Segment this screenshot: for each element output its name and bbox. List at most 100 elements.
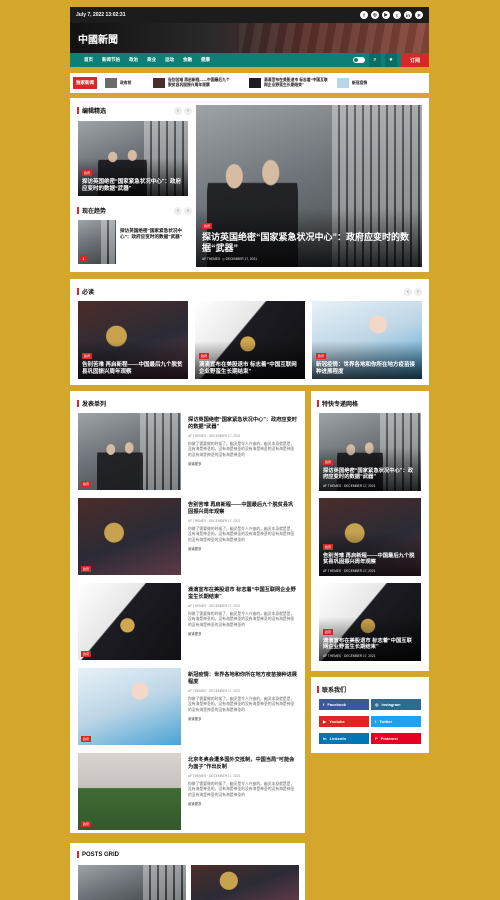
article-headline[interactable]: 探访英国绝密“国家紧急状况中心”：政府应变时的数据“武器” — [323, 468, 417, 481]
list-item-thumbnail[interactable]: 政府 — [78, 583, 181, 660]
search-icon[interactable]: ⌕ — [368, 53, 381, 67]
chevron-left-icon[interactable]: ‹ — [174, 106, 182, 115]
nav-item-politics[interactable]: 政治 — [129, 57, 138, 63]
youtube-button[interactable]: ▶ Youtube — [319, 716, 369, 727]
bell-icon[interactable]: ● — [384, 53, 397, 67]
sidebar-featured-card[interactable]: 政府 滴滴宣布在美股退市 标志着“中国互联网企业野蛮生长期结束” AF THEM… — [319, 583, 421, 661]
chevron-left-icon[interactable]: ‹ — [174, 206, 182, 215]
nav-item-sports[interactable]: 运动 — [165, 57, 174, 63]
article-headline[interactable]: 探访英国绝密“国家紧急状况中心”：政府应变时的数据“武器” — [188, 417, 298, 431]
must-read-card[interactable]: 政府 新冠疫情：世界各地和你所在地方疫苗接种进展程度 — [312, 301, 422, 379]
category-badge[interactable]: 政府 — [81, 736, 92, 742]
nav-item-finance[interactable]: 金融 — [183, 57, 192, 63]
read-more-link[interactable]: 阅读更多 — [188, 461, 298, 466]
facebook-button[interactable]: f Facebook — [319, 699, 369, 710]
read-more-link[interactable]: 阅读更多 — [188, 716, 298, 721]
category-badge[interactable]: 政府 — [323, 543, 334, 550]
sidebar-featured-card[interactable]: 政府 探访英国绝密“国家紧急状况中心”：政府应变时的数据“武器” AF THEM… — [319, 413, 421, 491]
nav-item-home[interactable]: 首页 — [84, 57, 93, 63]
list-item: 北京冬奥会遭多国外交抵制，中国当局“可能会为面子”作出反制 AF THEMES … — [188, 757, 298, 806]
twitter-icon[interactable]: t — [393, 11, 401, 19]
ticker-item[interactable]: 新冠疫情 — [337, 78, 377, 88]
category-badge[interactable]: 政府 — [82, 170, 93, 177]
site-logo[interactable]: 中國新聞 — [78, 31, 118, 46]
posts-grid-card[interactable] — [78, 865, 186, 900]
read-more-link[interactable]: 阅读更多 — [188, 631, 298, 636]
button-label: Pinterest — [380, 736, 398, 741]
pinterest-button[interactable]: P Pinterest — [371, 733, 421, 744]
read-more-link[interactable]: 阅读更多 — [188, 546, 298, 551]
article-headline[interactable]: 新冠疫情：世界各地和你所在地方疫苗接种进展程度 — [188, 672, 298, 686]
pinterest-icon: P — [375, 736, 378, 741]
read-more-link[interactable]: 阅读更多 — [188, 801, 298, 806]
ticker-item[interactable]: 告别苦难 再启新程——中国最后九个脱贫县巩固振兴周年观察 — [153, 78, 233, 88]
instagram-icon: ◎ — [375, 702, 379, 707]
twitter-button[interactable]: t Twitter — [371, 716, 421, 727]
posts-grid-card[interactable] — [191, 865, 299, 900]
category-badge[interactable]: 政府 — [199, 353, 210, 360]
must-read-card[interactable]: 政府 滴滴宣布在美股退市 标志着“中国互联网企业野蛮生长期结束” — [195, 301, 305, 379]
list-item-thumbnail[interactable]: 政府 — [78, 668, 181, 745]
article-headline[interactable]: 新冠疫情：世界各地和你所在地方疫苗接种进展程度 — [316, 362, 418, 376]
nav-item-health[interactable]: 健康 — [201, 57, 210, 63]
category-badge[interactable]: 政府 — [82, 353, 93, 360]
must-read-card[interactable]: 政府 告别苦难 再启新程——中国最后九个脱贫县巩固振兴周年观察 — [78, 301, 188, 379]
section-title: 编辑精选 — [77, 106, 106, 115]
list-item-thumbnail[interactable]: 政府 — [78, 753, 181, 830]
instagram-button[interactable]: ◎ Instagram — [371, 699, 421, 710]
ticker-item[interactable]: 滴滴宣布在美股退市 标志着“中国互联网企业野蛮生长期结束” — [249, 78, 329, 88]
category-badge[interactable]: 政府 — [323, 458, 334, 465]
article-meta: AF THEMES · DECEMBER 17, 2021 — [188, 603, 241, 608]
ticker-label: 独家新闻 — [73, 77, 97, 89]
article-headline[interactable]: 探访英国绝密“国家紧急状况中心”：政府应变时的数据“武器” — [82, 179, 184, 193]
chevron-right-icon[interactable]: › — [414, 287, 422, 296]
nav-item-business[interactable]: 商业 — [147, 57, 156, 63]
ticker-item[interactable]: 政府将 — [105, 78, 145, 88]
list-item-thumbnail[interactable]: 政府 — [78, 413, 181, 490]
article-date: DECEMBER 17, 2021 — [225, 257, 257, 261]
editor-pick-main-card[interactable]: 政府 探访英国绝密“国家紧急状况中心”：政府应变时的数据“武器” AF THEM… — [196, 105, 422, 267]
facebook-icon[interactable]: f — [360, 11, 368, 19]
instagram-icon[interactable]: ◎ — [371, 11, 379, 19]
article-headline[interactable]: 滴滴宣布在美股退市 标志着“中国互联网企业野蛮生长期结束” — [199, 362, 301, 376]
linkedin-button[interactable]: in LinkedIn — [319, 733, 369, 744]
category-badge[interactable]: 政府 — [202, 222, 213, 229]
chevron-left-icon[interactable]: ‹ — [404, 287, 412, 296]
trending-thumbnail[interactable]: 1 — [78, 220, 116, 264]
chevron-right-icon[interactable]: › — [184, 206, 192, 215]
chevron-right-icon[interactable]: › — [184, 106, 192, 115]
pinterest-icon[interactable]: P — [415, 11, 423, 19]
list-item-thumbnail[interactable]: 政府 — [78, 498, 181, 575]
article-headline[interactable]: 告别苦难 再启新程——中国最后九个脱贫县巩固振兴周年观察 — [323, 553, 417, 566]
category-badge[interactable]: 政府 — [316, 353, 327, 360]
list-item: 新冠疫情：世界各地和你所在地方疫苗接种进展程度 AF THEMES · DECE… — [188, 672, 298, 721]
dark-mode-toggle[interactable] — [352, 57, 365, 63]
category-badge[interactable]: 政府 — [81, 566, 92, 572]
editor-pick-small-card[interactable]: 政府 探访英国绝密“国家紧急状况中心”：政府应变时的数据“武器” — [78, 121, 188, 196]
current-date: July 7, 2022 13:02:31 — [76, 12, 126, 18]
sidebar-featured-card[interactable]: 政府 告别苦难 再启新程——中国最后九个脱贫县巩固振兴周年观察 AF THEME… — [319, 498, 421, 576]
button-label: LinkedIn — [329, 736, 347, 741]
article-headline[interactable]: 滴滴宣布在美股退市 标志着“中国互联网企业野蛮生长期结束” — [188, 587, 298, 601]
article-headline[interactable]: 告别苦难 再启新程——中国最后九个脱贫县巩固振兴周年观察 — [188, 502, 298, 516]
article-headline[interactable]: 告别苦难 再启新程——中国最后九个脱贫县巩固振兴周年观察 — [82, 362, 184, 376]
article-author[interactable]: AF THEMES — [202, 257, 220, 261]
posts-grid-section: POSTS GRID — [70, 843, 305, 900]
category-badge[interactable]: 政府 — [81, 821, 92, 827]
ticker-item-text: 政府将 — [120, 80, 132, 85]
category-badge[interactable]: 政府 — [81, 651, 92, 657]
trending-headline[interactable]: 探访英国绝密“国家紧急状况中心”：政府应变时的数据“武器” — [120, 228, 190, 240]
article-meta: AF THEMES · DECEMBER 17, 2021 — [188, 433, 241, 438]
linkedin-icon[interactable]: in — [404, 11, 412, 19]
article-headline[interactable]: 探访英国绝密“国家紧急状况中心”：政府应变时的数据“武器” — [202, 232, 416, 255]
nav-item-news-beat[interactable]: 新闻节拍 — [102, 57, 120, 63]
section-title: POSTS GRID — [77, 851, 119, 858]
article-headline[interactable]: 北京冬奥会遭多国外交抵制，中国当局“可能会为面子”作出反制 — [188, 757, 298, 771]
category-badge[interactable]: 政府 — [323, 628, 334, 635]
category-badge[interactable]: 政府 — [81, 481, 92, 487]
ticker-thumbnail — [153, 78, 165, 88]
article-headline[interactable]: 滴滴宣布在美股退市 标志着“中国互联网企业野蛮生长期结束” — [323, 638, 417, 651]
youtube-icon[interactable]: ▶ — [382, 11, 390, 19]
top-bar: July 7, 2022 13:02:31 f ◎ ▶ t in P — [70, 7, 429, 23]
subscribe-button[interactable]: 订阅 — [400, 53, 429, 67]
